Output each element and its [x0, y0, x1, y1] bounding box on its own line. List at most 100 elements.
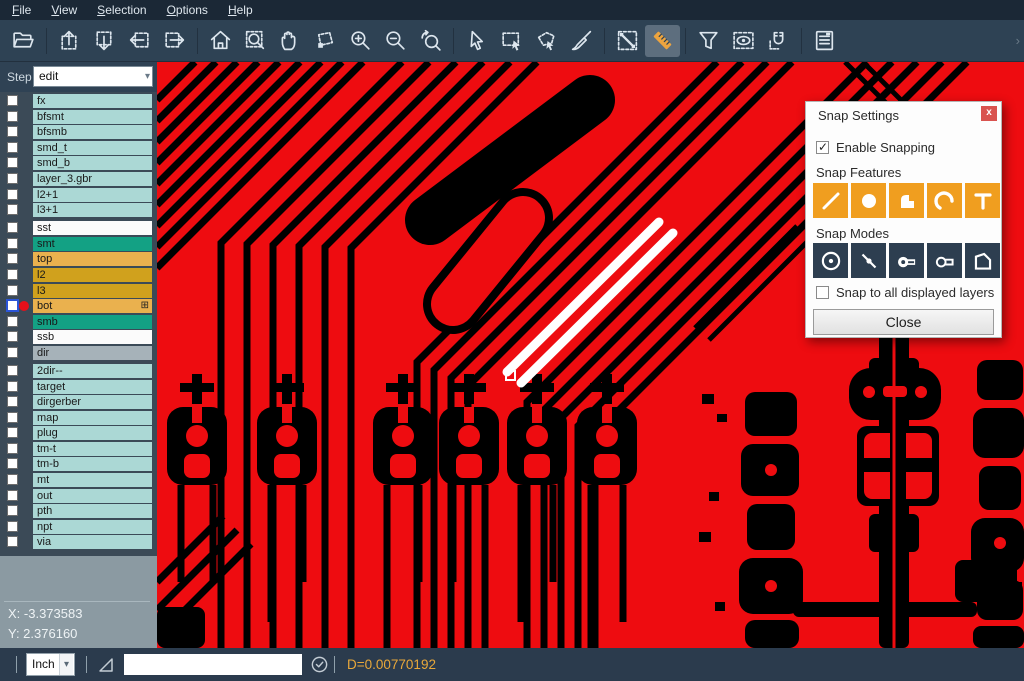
layer-visibility-checkbox[interactable] — [7, 490, 18, 501]
menu-file[interactable]: File — [2, 0, 41, 20]
display-options-eye-icon[interactable] — [726, 25, 761, 57]
layer-row-via[interactable]: via — [0, 535, 157, 549]
snap-mode-midpoint-button[interactable] — [851, 243, 886, 278]
layer-visibility-checkbox[interactable] — [7, 222, 18, 233]
layer-visibility-checkbox[interactable] — [7, 142, 18, 153]
layer-row-l2[interactable]: l2 — [0, 268, 157, 282]
layer-visibility-checkbox[interactable] — [7, 253, 18, 264]
layer-row-smd_b[interactable]: smd_b — [0, 156, 157, 170]
layer-row-bfsmt[interactable]: bfsmt — [0, 110, 157, 124]
layer-row-top[interactable]: top — [0, 252, 157, 266]
layer-visibility-checkbox[interactable] — [7, 189, 18, 200]
layer-row-fx[interactable]: fx — [0, 94, 157, 108]
layer-row-ssb[interactable]: ssb — [0, 330, 157, 344]
layer-row-tm-t[interactable]: tm-t — [0, 442, 157, 456]
report-list-icon[interactable] — [807, 25, 842, 57]
open-file-icon[interactable] — [6, 25, 41, 57]
filter-icon[interactable] — [691, 25, 726, 57]
menu-options[interactable]: Options — [157, 0, 218, 20]
select-polygon-icon[interactable] — [529, 25, 564, 57]
layer-row-l2+1[interactable]: l2+1 — [0, 188, 157, 202]
layer-visibility-checkbox[interactable] — [7, 412, 18, 423]
pan-left-icon[interactable] — [122, 25, 157, 57]
layer-visibility-checkbox[interactable] — [7, 95, 18, 106]
layer-row-l3+1[interactable]: l3+1 — [0, 203, 157, 217]
layer-row-tm-b[interactable]: tm-b — [0, 457, 157, 471]
layer-visibility-checkbox[interactable] — [7, 126, 18, 137]
menu-selection[interactable]: Selection — [87, 0, 156, 20]
measure-point-to-point-icon[interactable] — [610, 25, 645, 57]
layer-row-l3[interactable]: l3 — [0, 284, 157, 298]
layer-row-layer_3.gbr[interactable]: layer_3.gbr — [0, 172, 157, 186]
layer-row-out[interactable]: out — [0, 489, 157, 503]
snap-feature-text-button[interactable] — [965, 183, 1000, 218]
layer-visibility-checkbox[interactable] — [7, 521, 18, 532]
layer-visibility-checkbox[interactable] — [7, 427, 18, 438]
pan-up-icon[interactable] — [52, 25, 87, 57]
layer-row-dirgerber[interactable]: dirgerber — [0, 395, 157, 409]
layer-visibility-checkbox[interactable] — [7, 381, 18, 392]
zoom-previous-icon[interactable] — [413, 25, 448, 57]
chevron-down-icon[interactable]: ▾ — [59, 654, 73, 675]
step-select[interactable]: edit ▾ — [33, 66, 153, 87]
snap-mode-pad-outline-button[interactable] — [927, 243, 962, 278]
zoom-home-icon[interactable] — [203, 25, 238, 57]
layer-row-npt[interactable]: npt — [0, 520, 157, 534]
pan-right-icon[interactable] — [157, 25, 192, 57]
clear-highlight-brush-icon[interactable] — [564, 25, 599, 57]
apply-check-icon[interactable] — [310, 655, 329, 679]
layer-visibility-checkbox[interactable] — [7, 238, 18, 249]
all-layers-checkbox[interactable] — [816, 286, 829, 299]
layer-visibility-checkbox[interactable] — [7, 285, 18, 296]
layer-row-bot[interactable]: bot⊞ — [0, 299, 157, 313]
enable-snapping-checkbox[interactable] — [816, 141, 829, 154]
select-rectangle-icon[interactable] — [494, 25, 529, 57]
layer-row-smd_t[interactable]: smd_t — [0, 141, 157, 155]
angle-corner-icon[interactable] — [96, 655, 116, 680]
layer-visibility-checkbox[interactable] — [7, 443, 18, 454]
layer-visibility-checkbox[interactable] — [7, 505, 18, 516]
snap-feature-circle-button[interactable] — [851, 183, 886, 218]
layer-visibility-checkbox[interactable] — [7, 458, 18, 469]
layer-visibility-checkbox[interactable] — [7, 396, 18, 407]
snap-feature-pad-button[interactable] — [889, 183, 924, 218]
menu-help[interactable]: Help — [218, 0, 263, 20]
units-select[interactable]: Inch ▾ — [26, 653, 75, 676]
layer-visibility-checkbox[interactable] — [7, 474, 18, 485]
layer-row-map[interactable]: map — [0, 411, 157, 425]
layer-visibility-checkbox[interactable] — [7, 157, 18, 168]
zoom-window-icon[interactable] — [238, 25, 273, 57]
layer-visibility-checkbox[interactable] — [7, 204, 18, 215]
pan-hand-icon[interactable] — [273, 25, 308, 57]
layer-visibility-checkbox[interactable] — [7, 111, 18, 122]
layer-visibility-checkbox[interactable] — [7, 536, 18, 547]
layer-visibility-checkbox[interactable] — [7, 331, 18, 342]
snap-mode-center-button[interactable] — [813, 243, 848, 278]
layer-row-plug[interactable]: plug — [0, 426, 157, 440]
snap-magnet-icon[interactable] — [761, 25, 796, 57]
zoom-out-icon[interactable] — [378, 25, 413, 57]
layer-row-sst[interactable]: sst — [0, 221, 157, 235]
zoom-profile-icon[interactable] — [308, 25, 343, 57]
snap-mode-pad-origin-button[interactable] — [889, 243, 924, 278]
layer-visibility-checkbox[interactable] — [7, 269, 18, 280]
layer-row-pth[interactable]: pth — [0, 504, 157, 518]
layer-row-smt[interactable]: smt — [0, 237, 157, 251]
measure-ruler-icon[interactable] — [645, 25, 680, 57]
menu-view[interactable]: View — [41, 0, 87, 20]
chevron-down-icon[interactable]: ▾ — [145, 67, 150, 86]
layer-visibility-checkbox[interactable] — [7, 347, 18, 358]
snap-feature-arc-button[interactable] — [927, 183, 962, 218]
layer-visibility-checkbox[interactable] — [7, 365, 18, 376]
select-pointer-icon[interactable] — [459, 25, 494, 57]
toolbar-overflow-icon[interactable]: › — [1016, 33, 1020, 48]
layer-row-target[interactable]: target — [0, 380, 157, 394]
layer-visibility-checkbox[interactable] — [7, 316, 18, 327]
layer-visibility-checkbox[interactable] — [7, 173, 18, 184]
measure-input[interactable] — [124, 654, 302, 675]
layer-visibility-checkbox[interactable] — [6, 299, 19, 312]
zoom-in-icon[interactable] — [343, 25, 378, 57]
snap-feature-line-button[interactable] — [813, 183, 848, 218]
close-icon[interactable]: x — [981, 106, 997, 121]
close-button[interactable]: Close — [813, 309, 994, 335]
